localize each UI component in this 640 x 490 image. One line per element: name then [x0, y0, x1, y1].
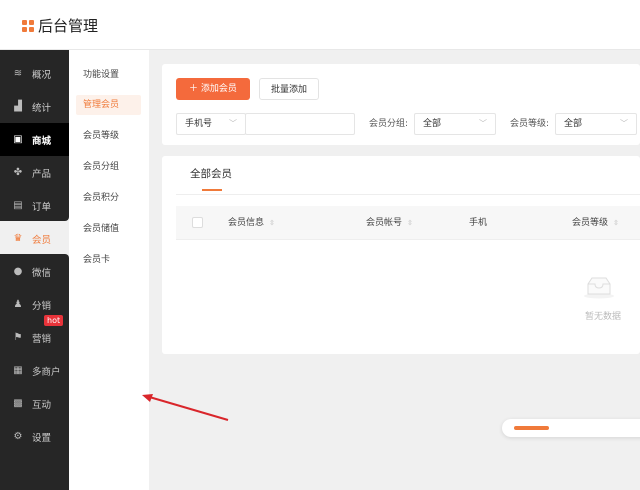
layers-icon: ≋: [13, 67, 23, 79]
column-label: 会员信息: [228, 218, 265, 228]
submenu-member-points[interactable]: 会员积分: [76, 188, 141, 208]
submenu-member-card[interactable]: 会员卡: [76, 250, 141, 270]
filter-card: ＋ 添加会员 批量添加 手机号 ﹀ 会员分组: 全部 ﹀ 会员等级: 全部 ﹀: [162, 64, 640, 145]
nav-label: 微信: [32, 267, 52, 279]
group-select[interactable]: 全部 ﹀: [414, 113, 496, 135]
select-all-checkbox[interactable]: [192, 217, 203, 228]
top-header: 后台管理: [0, 0, 640, 50]
sidebar-item-orders[interactable]: ▤ 订单: [0, 189, 69, 222]
search-input[interactable]: [245, 113, 355, 135]
sidebar: ≋ 概况 ▟ 统计 ▣ 商城 ✤ 产品 ▤ 订单 ♛ 会员 ● 微信 ♟ 分销 ⚑ 营销 hot ▦…: [0, 50, 69, 490]
group-label: 会员分组:: [369, 119, 409, 129]
submenu-manage-members[interactable]: 管理会员: [76, 95, 141, 115]
chevron-down-icon: ﹀: [229, 119, 237, 128]
add-member-button[interactable]: ＋ 添加会员: [176, 78, 250, 100]
column-phone: 手机: [469, 218, 488, 228]
column-label: 会员帐号: [366, 218, 403, 228]
tab-underline: [202, 189, 222, 191]
app-title: 后台管理: [38, 17, 99, 35]
level-select[interactable]: 全部 ﹀: [555, 113, 637, 135]
submenu-member-balance[interactable]: 会员储值: [76, 219, 141, 239]
scrollbar-thumb[interactable]: [514, 426, 549, 430]
empty-inbox-icon: [584, 277, 614, 299]
grid-icon: ✤: [13, 166, 23, 178]
nav-label: 互动: [32, 399, 52, 411]
nav-label: 商城: [32, 135, 52, 147]
select-value: 手机号: [185, 119, 213, 129]
sidebar-item-marketing[interactable]: ⚑ 营销 hot: [0, 315, 69, 354]
nav-label: 统计: [32, 102, 52, 114]
nav-label: 产品: [32, 168, 52, 180]
red-arrow-annotation: [142, 394, 229, 421]
column-member-account[interactable]: 会员帐号 ⇳: [366, 206, 413, 240]
search-type-select[interactable]: 手机号 ﹀: [176, 113, 246, 135]
sidebar-item-store[interactable]: ▣ 商城: [0, 123, 69, 156]
sidebar-item-overview[interactable]: ≋ 概况: [0, 57, 69, 90]
empty-text: 暂无数据: [585, 312, 622, 322]
batch-add-button[interactable]: 批量添加: [259, 78, 319, 100]
nav-label: 多商户: [32, 366, 61, 378]
select-value: 全部: [564, 119, 583, 129]
crown-icon: ♛: [13, 232, 23, 244]
hot-badge: hot: [44, 315, 64, 326]
chevron-down-icon: ﹀: [479, 119, 487, 128]
level-label: 会员等级:: [510, 119, 550, 129]
chevron-down-icon: ﹀: [620, 119, 628, 128]
sidebar-item-merchants[interactable]: ▦ 多商户: [0, 354, 69, 387]
submenu-member-levels[interactable]: 会员等级: [76, 126, 141, 146]
flag-icon: ⚑: [13, 331, 23, 343]
select-value: 全部: [423, 119, 442, 129]
sidebar-item-settings[interactable]: ⚙ 设置: [0, 420, 69, 453]
nav-label: 营销: [32, 333, 52, 345]
button-label: 添加会员: [200, 84, 237, 94]
nav-label: 设置: [32, 432, 52, 444]
clipboard-icon: ▤: [13, 199, 23, 211]
column-member-level[interactable]: 会员等级 ⇳: [572, 206, 619, 240]
nav-label: 订单: [32, 201, 52, 213]
sidebar-item-products[interactable]: ✤ 产品: [0, 156, 69, 189]
interaction-icon: ▩: [13, 397, 23, 409]
logo-icon: [22, 19, 34, 32]
sidebar-item-stats[interactable]: ▟ 统计: [0, 90, 69, 123]
sidebar-item-wechat[interactable]: ● 微信: [0, 255, 69, 288]
store-icon: ▣: [13, 133, 23, 145]
merchant-icon: ▦: [13, 364, 23, 376]
table-header: 会员信息 ⇳ 会员帐号 ⇳ 手机 会员等级 ⇳: [176, 206, 640, 240]
users-icon: ♟: [13, 298, 23, 310]
submenu-member-groups[interactable]: 会员分组: [76, 157, 141, 177]
column-member-info[interactable]: 会员信息 ⇳: [228, 206, 275, 240]
column-label: 会员等级: [572, 218, 609, 228]
wechat-icon: ●: [13, 265, 23, 277]
plus-icon: ＋: [189, 84, 201, 94]
submenu: 功能设置 管理会员 会员等级 会员分组 会员积分 会员储值 会员卡: [69, 50, 149, 490]
nav-label: 概况: [32, 69, 52, 81]
sidebar-item-members[interactable]: ♛ 会员: [0, 222, 69, 255]
logo[interactable]: 后台管理: [22, 15, 98, 36]
submenu-function-settings[interactable]: 功能设置: [76, 65, 141, 85]
gear-icon: ⚙: [13, 430, 23, 442]
sort-icon: ⇳: [269, 219, 275, 227]
divider: [176, 194, 640, 195]
tab-all-members[interactable]: 全部会员: [190, 166, 232, 181]
chart-icon: ▟: [14, 100, 22, 112]
sidebar-item-interaction[interactable]: ▩ 互动: [0, 387, 69, 420]
nav-label: 会员: [32, 234, 52, 246]
nav-label: 分销: [32, 300, 52, 312]
sort-icon: ⇳: [407, 219, 413, 227]
sort-icon: ⇳: [613, 219, 619, 227]
horizontal-scrollbar[interactable]: [502, 419, 640, 437]
members-card: 全部会员 会员信息 ⇳ 会员帐号 ⇳ 手机 会员等级 ⇳: [162, 156, 640, 354]
